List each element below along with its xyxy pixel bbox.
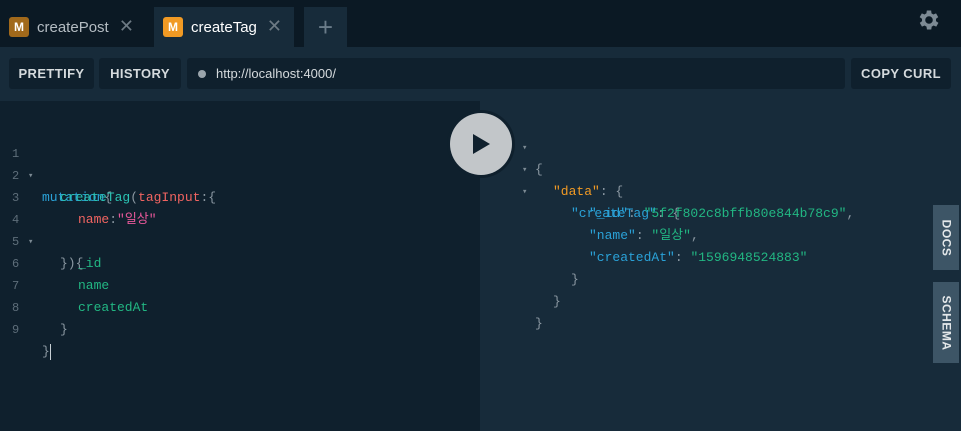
result-viewer: ▾ { ▾ "data": { ▾ "createTag": { "_id": … <box>480 101 961 431</box>
code-line: 8 } <box>0 275 480 337</box>
execute-query-button[interactable] <box>447 110 515 178</box>
tab-createTag[interactable]: M createTag ✕ <box>154 7 294 47</box>
punctuation: } <box>535 316 543 331</box>
tab-createPost[interactable]: M createPost ✕ <box>0 7 146 47</box>
tab-bar: M createPost ✕ M createTag ✕ + <box>0 0 961 47</box>
code-line: 3 name:"일상" <box>0 165 480 227</box>
gear-icon[interactable] <box>916 7 942 33</box>
result-line: } <box>480 247 961 287</box>
code-line: 6 name <box>0 231 480 293</box>
status-dot-icon <box>198 69 206 78</box>
docs-tab[interactable]: DOCS <box>933 205 959 270</box>
punctuation: } <box>60 322 68 337</box>
result-line: "name": "일상", <box>480 203 961 243</box>
text-cursor <box>49 343 51 360</box>
copy-curl-button[interactable]: COPY CURL <box>851 58 951 89</box>
docs-label: DOCS <box>939 219 954 256</box>
schema-tab[interactable]: SCHEMA <box>933 282 959 363</box>
result-line: "createdAt": "1596948524883" <box>480 225 961 265</box>
tab-label: createTag <box>191 18 257 36</box>
code-line: 9 } <box>0 297 480 360</box>
add-tab-button[interactable]: + <box>304 7 347 47</box>
prettify-button[interactable]: PRETTIFY <box>9 58 94 89</box>
result-line: ▾ "createTag": { <box>480 159 961 221</box>
result-line: } <box>480 291 961 331</box>
play-icon <box>473 134 490 154</box>
mutation-badge: M <box>163 17 183 37</box>
plus-icon: + <box>317 11 334 42</box>
result-line: ▾ "data": { <box>480 137 961 199</box>
close-icon[interactable]: ✕ <box>267 16 282 36</box>
result-line: } <box>480 269 961 309</box>
endpoint-url-input[interactable]: http://localhost:4000/ <box>187 58 845 89</box>
punctuation: } <box>42 344 50 359</box>
code-line: 1 ▾ mutation{ <box>0 121 480 205</box>
run-button-face[interactable] <box>450 113 512 175</box>
result-line: "_id": "5f2f802c8bffb80e844b78c9", <box>480 181 961 221</box>
tab-label: createPost <box>37 18 109 36</box>
query-editor[interactable]: 1 ▾ mutation{ 2 createTag(tagInput:{ 3 n… <box>0 101 480 431</box>
code-line: 4 ▾ }){ <box>0 187 480 271</box>
schema-label: SCHEMA <box>939 294 954 351</box>
close-icon[interactable]: ✕ <box>119 16 134 36</box>
history-button[interactable]: HISTORY <box>99 58 181 89</box>
mutation-badge: M <box>9 17 29 37</box>
result-line: ▾ { <box>480 115 961 177</box>
code-line: 7 createdAt <box>0 253 480 315</box>
line-number: 9 <box>12 323 20 337</box>
endpoint-url: http://localhost:4000/ <box>216 66 336 81</box>
code-line: 5 _id <box>0 209 480 271</box>
toolbar: PRETTIFY HISTORY http://localhost:4000/ … <box>0 47 961 101</box>
code-line: 2 createTag(tagInput:{ <box>0 143 480 205</box>
